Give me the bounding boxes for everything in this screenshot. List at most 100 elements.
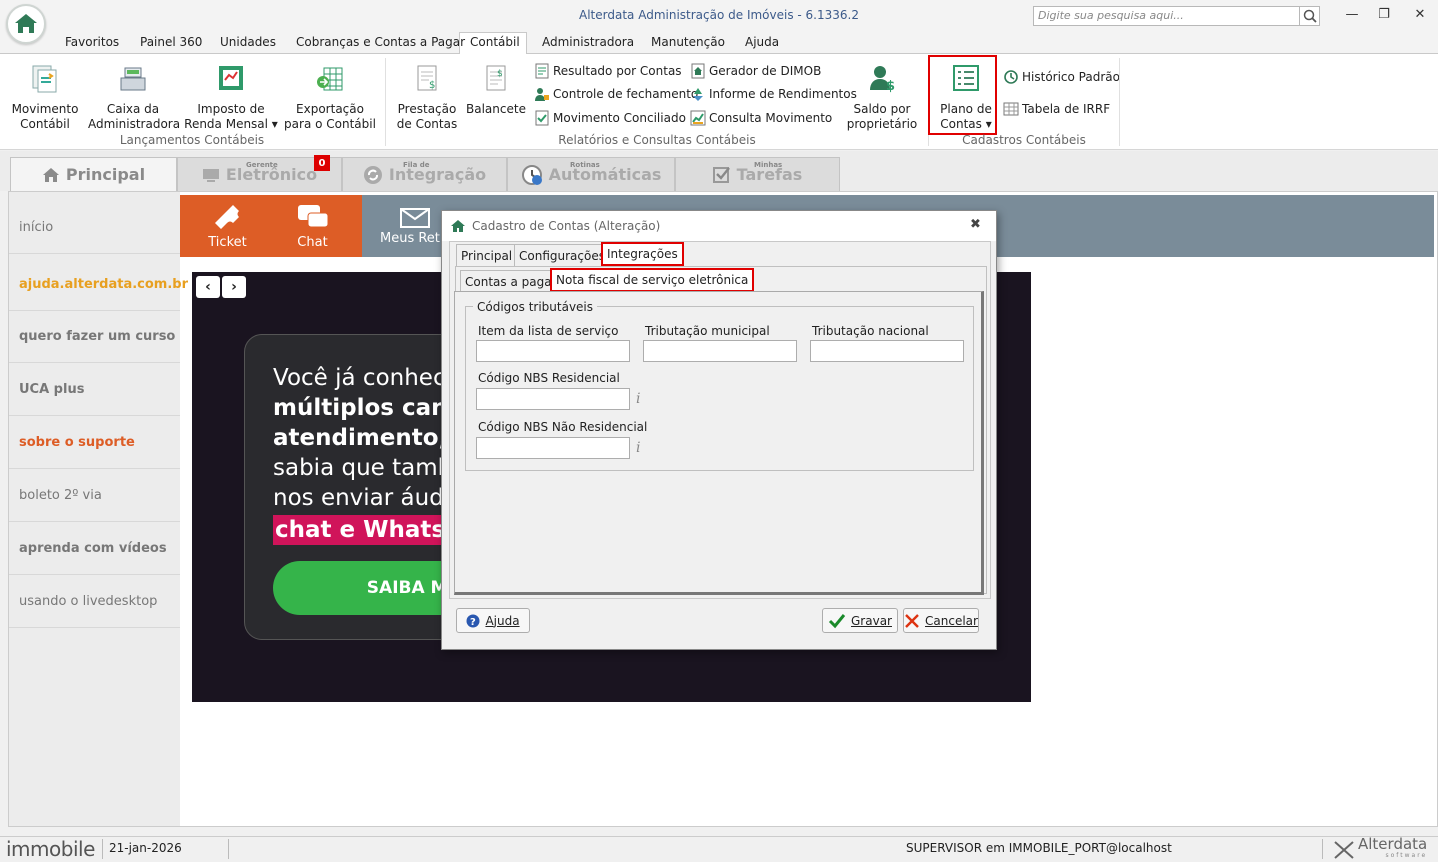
nav-videos[interactable]: aprenda com vídeos: [9, 523, 180, 575]
trib-municipal-label: Tributação municipal: [645, 324, 770, 338]
ajuda-button[interactable]: ? Ajuda: [456, 608, 530, 633]
banner-line: sabia que tamb: [273, 455, 453, 481]
tab-principal[interactable]: Principal: [10, 157, 177, 191]
tab-principal-dialog[interactable]: Principal: [456, 244, 518, 266]
informe-label: Informe de Rendimentos: [709, 87, 857, 101]
subtab-contas-pagar[interactable]: Contas a pagar: [460, 270, 562, 292]
controle-fechamento-button[interactable]: Controle de fechamento: [534, 86, 698, 102]
consulta-movimento-button[interactable]: Consulta Movimento: [690, 110, 832, 126]
tabela-irrf-button[interactable]: Tabela de IRRF: [1003, 101, 1110, 117]
movimento-contabil-label2: Contábil: [20, 117, 70, 131]
tab-gerente-eletronico[interactable]: Gerente Eletrônico 0: [177, 155, 342, 191]
gravar-button[interactable]: Gravar: [822, 608, 898, 633]
cancelar-button[interactable]: Cancelar: [903, 608, 979, 633]
menu-cobrancas[interactable]: Cobranças e Contas a Pagar: [296, 35, 465, 49]
info-icon[interactable]: i: [636, 391, 640, 407]
exportacao-contabil-button[interactable]: Exportação para o Contábil: [284, 62, 376, 132]
nav-livedesktop[interactable]: usando o livedesktop: [9, 576, 180, 628]
tab-minhas-tarefas[interactable]: Minhas Tarefas: [675, 157, 840, 191]
check-icon: [828, 613, 846, 628]
nbs-residencial-input[interactable]: [476, 388, 630, 410]
dialog-title-bar: Cadastro de Contas (Alteração): [442, 211, 996, 241]
svg-text:$: $: [886, 79, 895, 94]
ticket-icon: [214, 205, 239, 229]
mail-icon: [399, 208, 430, 228]
historico-padrao-button[interactable]: Histórico Padrão: [1003, 69, 1120, 85]
gerador-dimob-label: Gerador de DIMOB: [709, 64, 822, 78]
dialog-close-icon[interactable]: ✖: [970, 217, 981, 232]
chat-button[interactable]: Chat: [270, 195, 355, 257]
menu-favoritos[interactable]: Favoritos: [65, 35, 119, 49]
nav-inicio[interactable]: início: [9, 202, 180, 254]
restore-icon[interactable]: ❐: [1372, 5, 1396, 23]
chevron-left-icon[interactable]: ‹: [196, 276, 220, 298]
search-input[interactable]: Digite sua pesquisa aqui...: [1033, 6, 1300, 26]
movimento-contabil-button[interactable]: Movimento Contábil: [8, 62, 82, 132]
tab-automaticas-label: Automáticas: [548, 165, 662, 184]
imposto-label2: Renda Mensal ▾: [184, 117, 278, 131]
movimento-conciliado-label: Movimento Conciliado: [553, 111, 686, 125]
spreadsheet-export-icon: [317, 67, 343, 91]
exportacao-label2: para o Contábil: [284, 117, 376, 131]
saldo-proprietario-button[interactable]: $ Saldo por proprietário: [846, 62, 918, 132]
status-date: 21-jan-2026: [109, 841, 182, 855]
check-document-icon: [535, 110, 549, 126]
nbs-nao-residencial-input[interactable]: [476, 437, 630, 459]
balancete-button[interactable]: $ Balancete: [464, 62, 528, 117]
menu-ajuda[interactable]: Ajuda: [745, 35, 779, 49]
close-icon[interactable]: ✕: [1408, 5, 1432, 23]
chevron-right-icon[interactable]: ›: [222, 276, 246, 298]
nav-sobre-suporte[interactable]: sobre o suporte: [9, 417, 180, 469]
resultado-por-contas-button[interactable]: Resultado por Contas: [534, 63, 682, 79]
menu-administradora[interactable]: Administradora: [542, 35, 634, 49]
item-lista-input[interactable]: [476, 340, 630, 362]
plano-de-contas-highlight: [928, 55, 997, 135]
trib-nacional-input[interactable]: [810, 340, 964, 362]
subtab-nfse[interactable]: Nota fiscal de serviço eletrônica: [550, 268, 755, 292]
tabela-irrf-label: Tabela de IRRF: [1022, 102, 1111, 116]
movimento-contabil-label1: Movimento: [11, 102, 79, 116]
house-document-icon: [691, 63, 705, 79]
tab-principal-label: Principal: [65, 165, 146, 184]
minimize-icon[interactable]: —: [1340, 5, 1364, 23]
chart-check-icon: [690, 110, 706, 126]
movimento-conciliado-button[interactable]: Movimento Conciliado: [534, 110, 686, 126]
tab-fila-small: Fila de: [403, 161, 430, 169]
group-separator: [1119, 58, 1120, 146]
prestacao-contas-button[interactable]: $ Prestação de Contas: [394, 62, 460, 132]
info-icon[interactable]: i: [636, 440, 640, 456]
banner-line: nos enviar áud: [273, 485, 444, 511]
tab-configuracoes[interactable]: Configurações: [514, 244, 610, 266]
caixa-administradora-button[interactable]: Caixa da Administradora: [88, 62, 180, 132]
history-icon: [1004, 70, 1018, 84]
search-icon[interactable]: [1300, 6, 1320, 26]
menu-contabil[interactable]: Contábil: [470, 35, 520, 49]
gerador-dimob-button[interactable]: Gerador de DIMOB: [690, 63, 821, 79]
menu-unidades[interactable]: Unidades: [220, 35, 276, 49]
menu-manutencao[interactable]: Manutenção: [651, 35, 725, 49]
codigos-group-title: Códigos tributáveis: [473, 300, 598, 314]
document-dollar-icon: $: [417, 65, 437, 91]
immobile-logo: immobile: [6, 837, 95, 861]
item-lista-label: Item da lista de serviço: [478, 324, 619, 338]
app-home-logo-icon[interactable]: [6, 4, 46, 44]
nav-uca-plus[interactable]: UCA plus: [9, 364, 180, 416]
trib-municipal-input[interactable]: [643, 340, 797, 362]
group-label-relatorios: Relatórios e Consultas Contábeis: [558, 133, 756, 147]
tab-integracoes[interactable]: Integrações: [601, 242, 684, 266]
report-icon: [535, 63, 549, 79]
ticket-button[interactable]: Ticket: [185, 195, 270, 257]
nav-curso[interactable]: quero fazer um curso: [9, 311, 180, 363]
notification-badge: 0: [314, 155, 330, 171]
tab-fila-integracao[interactable]: Fila de Integração: [342, 157, 507, 191]
banner-nav: ‹ ›: [196, 276, 248, 298]
sync-icon: [363, 165, 382, 184]
imposto-renda-button[interactable]: Imposto de Renda Mensal ▾: [184, 62, 278, 132]
informe-rendimentos-button[interactable]: Informe de Rendimentos: [690, 86, 857, 102]
recycle-icon: [693, 88, 703, 101]
tab-rotinas-automaticas[interactable]: Rotinas Automáticas: [507, 157, 675, 191]
nav-boleto[interactable]: boleto 2º via: [9, 470, 180, 522]
menu-painel-360[interactable]: Painel 360: [140, 35, 202, 49]
nav-ajuda-alterdata[interactable]: ajuda.alterdata.com.br: [9, 259, 188, 311]
resultado-label: Resultado por Contas: [553, 64, 682, 78]
